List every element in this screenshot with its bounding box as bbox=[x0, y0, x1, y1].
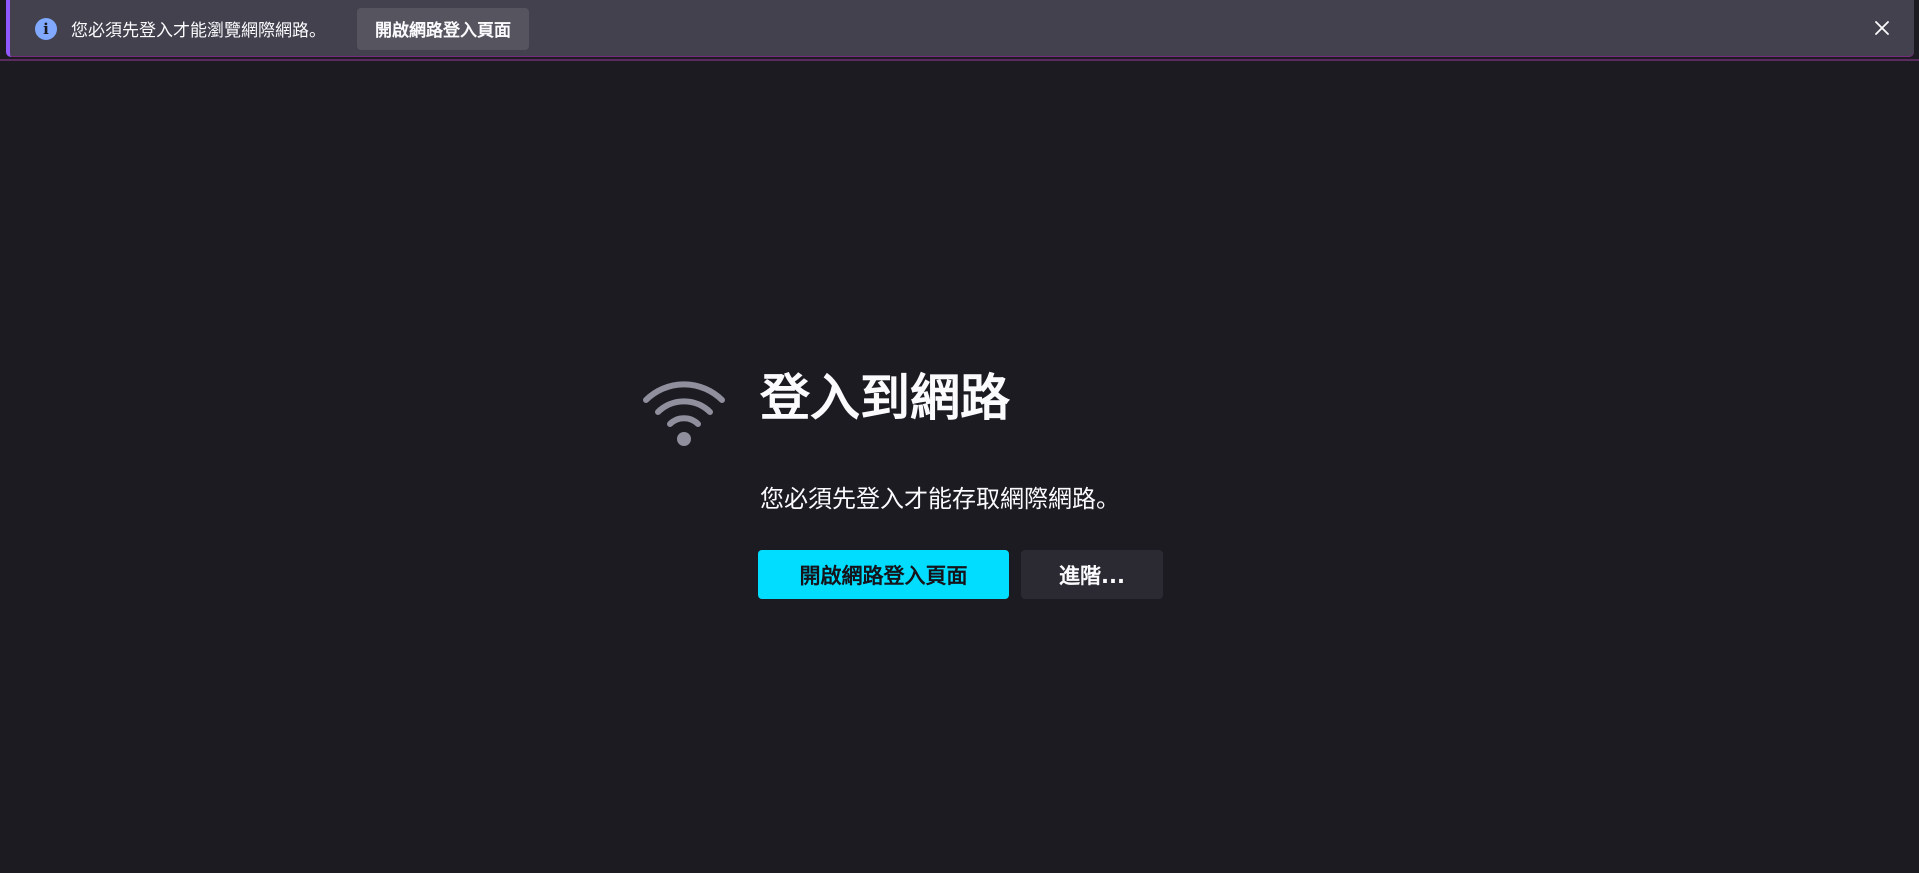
info-icon: i bbox=[35, 17, 57, 40]
open-login-page-button[interactable]: 開啟網路登入頁面 bbox=[758, 550, 1009, 599]
page-title: 登入到網路 bbox=[760, 369, 1010, 427]
close-icon[interactable] bbox=[1868, 14, 1896, 42]
advanced-button[interactable]: 進階... bbox=[1021, 550, 1163, 599]
notification-bar: i 您必須先登入才能瀏覽網際網路。 開啟網路登入頁面 bbox=[6, 0, 1914, 57]
wifi-icon bbox=[642, 374, 726, 448]
notification-message: 您必須先登入才能瀏覽網際網路。 bbox=[71, 21, 326, 41]
notification-area: i 您必須先登入才能瀏覽網際網路。 開啟網路登入頁面 bbox=[0, 0, 1919, 61]
open-login-page-notification-button[interactable]: 開啟網路登入頁面 bbox=[357, 7, 529, 50]
action-buttons: 開啟網路登入頁面 進階... bbox=[758, 550, 1163, 599]
captive-portal-page: i 您必須先登入才能瀏覽網際網路。 開啟網路登入頁面 登入到網路 您必須先登入才… bbox=[0, 0, 1919, 873]
page-description: 您必須先登入才能存取網際網路。 bbox=[760, 485, 1120, 513]
